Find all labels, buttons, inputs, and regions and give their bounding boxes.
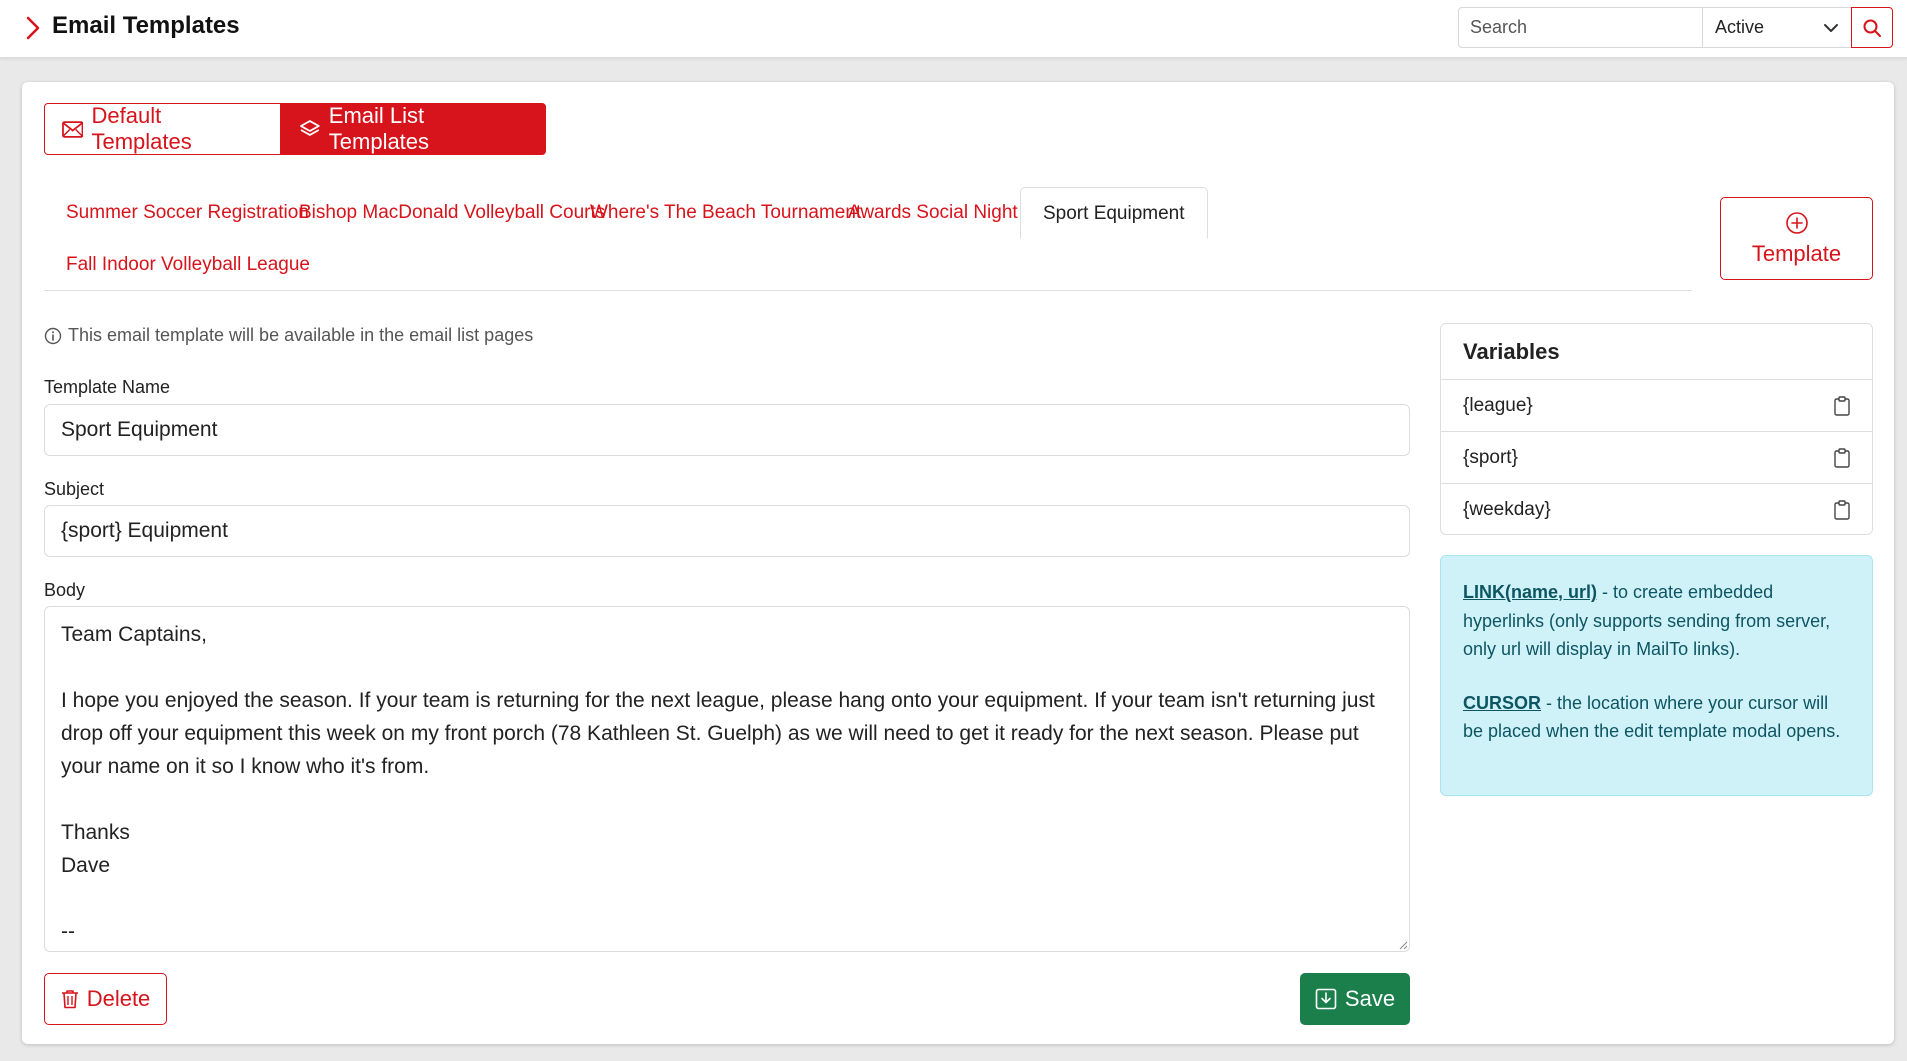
default-templates-label: Default Templates — [91, 103, 192, 154]
plus-circle-icon — [1785, 211, 1808, 234]
variable-row: {sport} — [1441, 432, 1872, 484]
add-template-label: Template — [1751, 240, 1842, 266]
help-box: LINK(name, url) - to create embedded hyp… — [1440, 555, 1873, 796]
info-text: This email template will be available in… — [68, 325, 534, 345]
info-icon — [44, 327, 62, 344]
layers-icon — [300, 120, 320, 136]
status-select[interactable]: Active — [1702, 7, 1851, 48]
help-cursor-keyword: CURSOR — [1463, 692, 1542, 713]
variable-name: {weekday} — [1463, 499, 1551, 520]
template-tabs: Summer Soccer Registration Bishop MacDon… — [44, 187, 1692, 291]
delete-label: Delete — [86, 986, 151, 1011]
info-note: This email template will be available in… — [44, 325, 533, 346]
page-title: Email Templates — [52, 12, 240, 39]
variable-row: {weekday} — [1441, 484, 1872, 534]
variable-row: {league} — [1441, 380, 1872, 432]
chevron-right-icon[interactable] — [24, 14, 42, 42]
help-cursor-paragraph: CURSOR - the location where your cursor … — [1463, 689, 1850, 746]
search-input[interactable] — [1458, 7, 1702, 48]
chevron-down-icon — [1823, 23, 1838, 32]
variable-name: {league} — [1463, 394, 1533, 416]
search-button[interactable] — [1850, 7, 1893, 48]
template-name-input[interactable]: Sport Equipment — [44, 404, 1410, 456]
tab-sport-equipment[interactable]: Sport Equipment — [1020, 187, 1208, 239]
resize-handle-icon[interactable] — [1398, 940, 1408, 950]
tab-fall-indoor-volleyball-league[interactable]: Fall Indoor Volleyball League — [44, 239, 332, 291]
body-textarea[interactable]: Team Captains, I hope you enjoyed the se… — [44, 606, 1410, 952]
email-list-templates-button[interactable]: Email List Templates — [281, 103, 546, 155]
variables-title: Variables — [1441, 324, 1872, 380]
body-label: Body — [44, 580, 86, 600]
trash-icon — [61, 990, 78, 1009]
tab-awards-social-night[interactable]: Awards Social Night — [826, 187, 1040, 239]
download-save-icon — [1315, 988, 1337, 1010]
status-select-value: Active — [1715, 17, 1765, 37]
main-card: Default Templates Email List Templates S… — [22, 82, 1894, 1044]
subject-label: Subject — [44, 479, 105, 499]
template-name-label: Template Name — [44, 377, 171, 397]
variables-panel: Variables {league} {sport} {weekday} — [1440, 323, 1873, 535]
envelope-icon — [62, 120, 84, 138]
variable-name: {sport} — [1463, 446, 1518, 468]
help-link-paragraph: LINK(name, url) - to create embedded hyp… — [1463, 578, 1850, 664]
subject-input[interactable]: {sport} Equipment — [44, 505, 1410, 557]
search-group: Active — [1458, 7, 1893, 48]
top-bar: Email Templates Active — [0, 0, 1907, 58]
clipboard-icon[interactable] — [1834, 447, 1850, 468]
email-list-templates-label: Email List Templates — [328, 103, 430, 154]
search-icon — [1863, 19, 1881, 37]
save-label: Save — [1344, 986, 1396, 1011]
clipboard-icon[interactable] — [1834, 500, 1850, 520]
clipboard-icon[interactable] — [1834, 395, 1850, 416]
add-template-button[interactable]: Template — [1720, 197, 1873, 280]
template-type-toggle: Default Templates Email List Templates — [44, 103, 546, 155]
save-button[interactable]: Save — [1300, 973, 1410, 1025]
delete-button[interactable]: Delete — [44, 973, 167, 1025]
default-templates-button[interactable]: Default Templates — [44, 103, 281, 155]
help-link-keyword: LINK(name, url) — [1463, 582, 1598, 602]
